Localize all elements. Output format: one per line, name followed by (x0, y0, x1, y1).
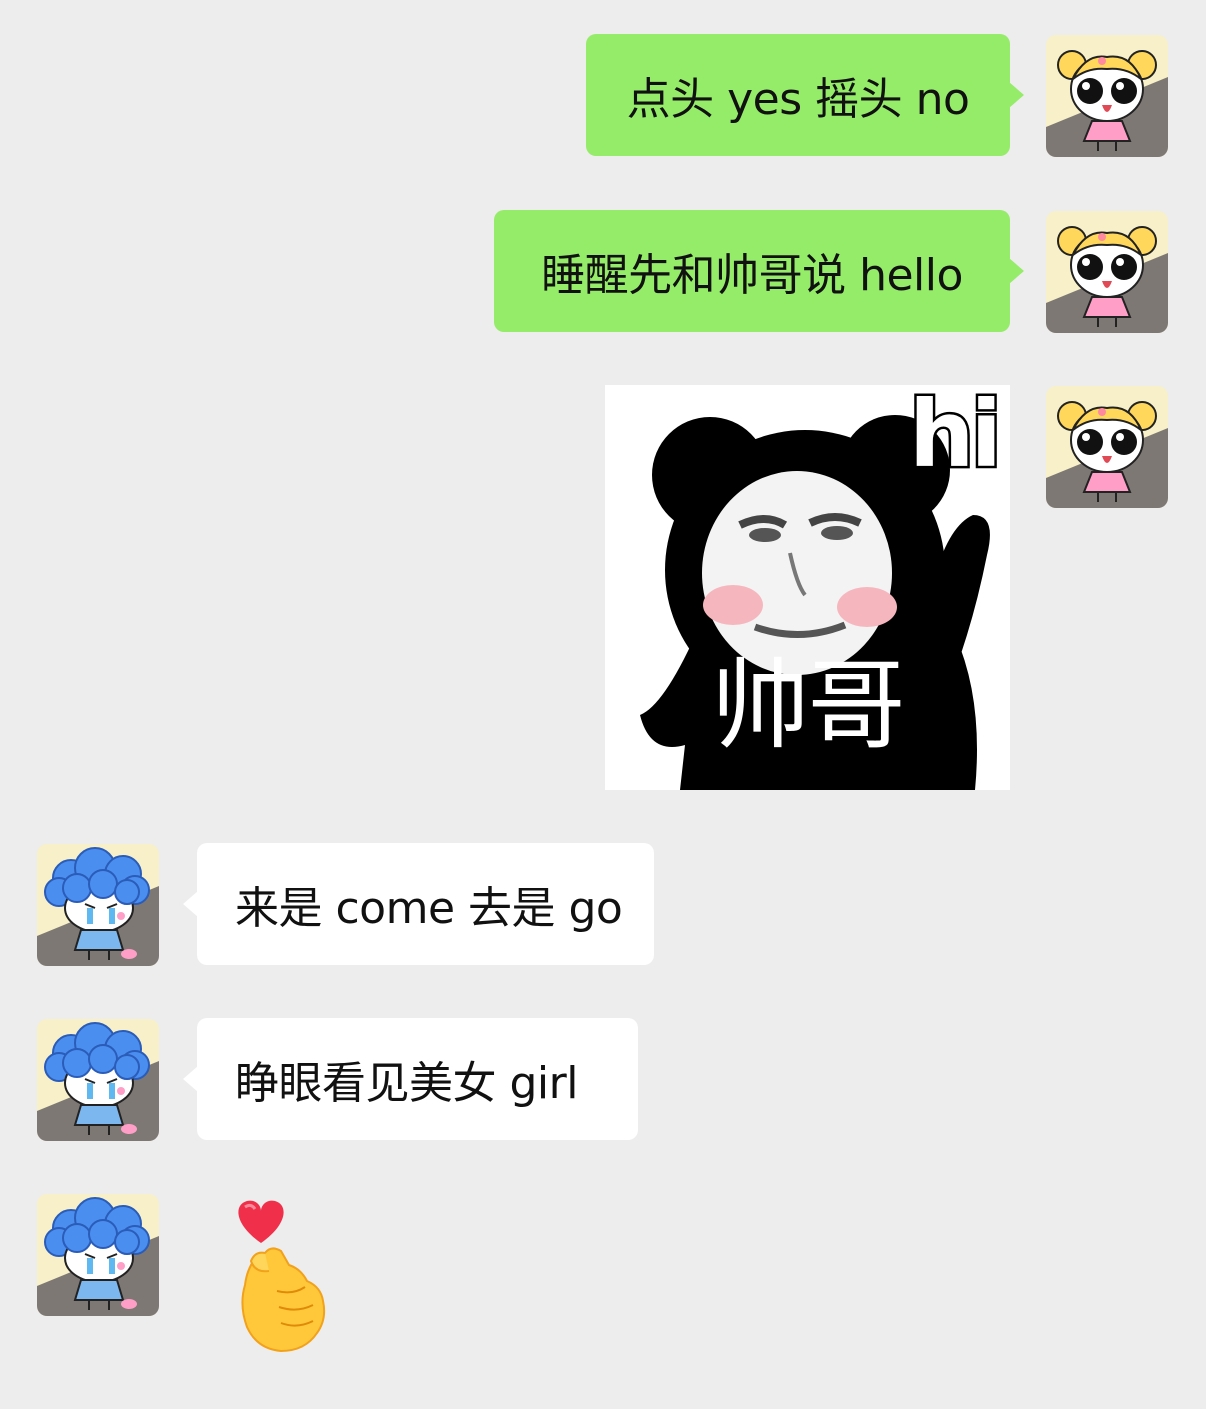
finger-heart-icon (238, 1200, 326, 1353)
sticker-caption-bottom: 帅哥 (711, 649, 905, 763)
bubble-tail (183, 1066, 198, 1092)
boy-avatar[interactable] (37, 844, 159, 966)
boy-avatar[interactable] (37, 1019, 159, 1141)
message-text: 来是 come 去是 go (235, 883, 623, 934)
sent-message-bubble[interactable]: 点头 yes 摇头 no (586, 34, 1010, 156)
girl-avatar[interactable] (1046, 386, 1168, 508)
received-message-bubble[interactable]: 来是 come 去是 go (197, 843, 654, 965)
girl-avatar[interactable] (1046, 211, 1168, 333)
girl-avatar[interactable] (1046, 35, 1168, 157)
bubble-tail (183, 891, 198, 917)
sticker-caption-top: hi (906, 385, 1004, 488)
bubble-tail (1009, 258, 1024, 284)
boy-avatar[interactable] (37, 1194, 159, 1316)
message-text: 点头 yes 摇头 no (626, 74, 970, 125)
sticker-image[interactable]: hi 帅哥 (605, 385, 1010, 790)
bubble-tail (1009, 82, 1024, 108)
sent-message-bubble[interactable]: 睡醒先和帅哥说 hello (494, 210, 1010, 332)
received-message-bubble[interactable]: 睁眼看见美女 girl (197, 1018, 638, 1140)
finger-heart-emoji[interactable] (225, 1195, 335, 1355)
message-text: 睡醒先和帅哥说 hello (541, 250, 963, 301)
message-text: 睁眼看见美女 girl (235, 1058, 578, 1109)
